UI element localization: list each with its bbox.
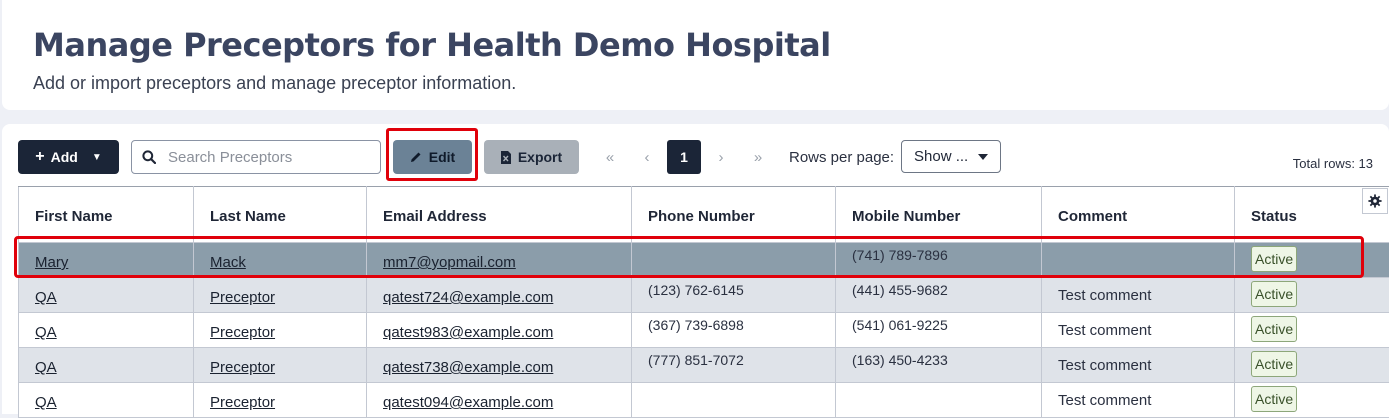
mobile-value: (441) 455-9682 bbox=[852, 282, 948, 298]
phone-value: (777) 851-7072 bbox=[648, 352, 744, 368]
cell-comment: Test comment bbox=[1042, 278, 1235, 313]
total-rows-count: Total rows: 13 bbox=[1293, 156, 1373, 171]
cell-status: Active bbox=[1235, 383, 1389, 418]
status-badge: Active bbox=[1251, 386, 1297, 412]
chevron-down-icon: ▼ bbox=[92, 152, 102, 163]
comment-value: Test comment bbox=[1058, 322, 1151, 339]
mobile-value: (163) 450-4233 bbox=[852, 352, 948, 368]
cell-phone: (123) 762-6145 bbox=[632, 278, 836, 313]
column-header-phone[interactable]: Phone Number bbox=[632, 187, 836, 243]
last-name-link[interactable]: Preceptor bbox=[210, 359, 275, 376]
first-name-link[interactable]: QA bbox=[35, 394, 57, 411]
cell-first-name: QA bbox=[19, 383, 194, 418]
cell-last-name: Preceptor bbox=[194, 383, 367, 418]
rows-per-page-label: Rows per page: bbox=[789, 149, 894, 166]
prev-page-button[interactable]: ‹ bbox=[630, 140, 664, 174]
cell-status: Active bbox=[1235, 348, 1389, 383]
cell-phone: (367) 739-6898 bbox=[632, 313, 836, 348]
first-name-link[interactable]: QA bbox=[35, 324, 57, 341]
cell-comment: Test comment bbox=[1042, 313, 1235, 348]
cell-email: qatest724@example.com bbox=[367, 278, 632, 313]
current-page-button[interactable]: 1 bbox=[667, 140, 701, 174]
edit-button-highlight bbox=[386, 128, 478, 181]
cell-first-name: QA bbox=[19, 278, 194, 313]
caret-down-icon bbox=[978, 154, 988, 160]
cell-last-name: Preceptor bbox=[194, 348, 367, 383]
cell-mobile: (541) 061-9225 bbox=[836, 313, 1042, 348]
email-link[interactable]: qatest094@example.com bbox=[383, 394, 553, 411]
last-name-link[interactable]: Preceptor bbox=[210, 289, 275, 306]
cell-first-name: QA bbox=[19, 313, 194, 348]
table-row[interactable]: QA Preceptor qatest724@example.com (123)… bbox=[19, 278, 1389, 313]
column-header-email[interactable]: Email Address bbox=[367, 187, 632, 243]
cell-status: Active bbox=[1235, 313, 1389, 348]
status-badge: Active bbox=[1251, 281, 1297, 307]
add-button-label: Add bbox=[51, 149, 78, 165]
cell-comment: Test comment bbox=[1042, 348, 1235, 383]
email-link[interactable]: qatest738@example.com bbox=[383, 359, 553, 376]
cell-comment: Test comment bbox=[1042, 383, 1235, 418]
comment-value: Test comment bbox=[1058, 357, 1151, 374]
last-page-button[interactable]: » bbox=[741, 140, 775, 174]
column-header-comment[interactable]: Comment bbox=[1042, 187, 1235, 243]
last-name-link[interactable]: Preceptor bbox=[210, 324, 275, 341]
excel-file-icon bbox=[501, 151, 511, 164]
rows-per-page-select[interactable]: Show ... bbox=[901, 140, 1001, 173]
gear-icon bbox=[1368, 194, 1382, 208]
next-page-button[interactable]: › bbox=[704, 140, 738, 174]
table-row[interactable]: QA Preceptor qatest738@example.com (777)… bbox=[19, 348, 1389, 383]
table-row[interactable]: QA Preceptor qatest983@example.com (367)… bbox=[19, 313, 1389, 348]
plus-icon: + bbox=[35, 148, 44, 166]
add-button[interactable]: + Add ▼ bbox=[18, 140, 119, 174]
table-header-row: First Name Last Name Email Address Phone… bbox=[19, 187, 1389, 243]
column-header-mobile[interactable]: Mobile Number bbox=[836, 187, 1042, 243]
cell-mobile bbox=[836, 383, 1042, 418]
column-header-first-name[interactable]: First Name bbox=[19, 187, 194, 243]
column-settings-button[interactable] bbox=[1362, 188, 1388, 214]
export-button-label: Export bbox=[518, 149, 562, 165]
cell-phone bbox=[632, 383, 836, 418]
last-name-link[interactable]: Preceptor bbox=[210, 394, 275, 411]
email-link[interactable]: qatest724@example.com bbox=[383, 289, 553, 306]
comment-value: Test comment bbox=[1058, 287, 1151, 304]
cell-last-name: Preceptor bbox=[194, 278, 367, 313]
page-subtitle: Add or import preceptors and manage prec… bbox=[33, 73, 516, 94]
first-name-link[interactable]: QA bbox=[35, 359, 57, 376]
preceptor-table: First Name Last Name Email Address Phone… bbox=[18, 186, 1389, 418]
status-badge: Active bbox=[1251, 351, 1297, 377]
cell-status: Active bbox=[1235, 278, 1389, 313]
phone-value: (123) 762-6145 bbox=[648, 282, 744, 298]
cell-email: qatest094@example.com bbox=[367, 383, 632, 418]
status-badge: Active bbox=[1251, 316, 1297, 342]
first-name-link[interactable]: QA bbox=[35, 289, 57, 306]
cell-last-name: Preceptor bbox=[194, 313, 367, 348]
search-input[interactable] bbox=[166, 148, 370, 167]
cell-email: qatest738@example.com bbox=[367, 348, 632, 383]
table-row[interactable]: QA Preceptor qatest094@example.com Test … bbox=[19, 383, 1389, 418]
comment-value: Test comment bbox=[1058, 392, 1151, 409]
selected-row-highlight bbox=[14, 236, 1364, 278]
page-title: Manage Preceptors for Health Demo Hospit… bbox=[33, 26, 831, 64]
cell-email: qatest983@example.com bbox=[367, 313, 632, 348]
phone-value: (367) 739-6898 bbox=[648, 317, 744, 333]
email-link[interactable]: qatest983@example.com bbox=[383, 324, 553, 341]
cell-phone: (777) 851-7072 bbox=[632, 348, 836, 383]
search-box[interactable] bbox=[131, 140, 381, 174]
cell-mobile: (441) 455-9682 bbox=[836, 278, 1042, 313]
export-button[interactable]: Export bbox=[484, 140, 579, 174]
mobile-value: (541) 061-9225 bbox=[852, 317, 948, 333]
first-page-button[interactable]: « bbox=[593, 140, 627, 174]
cell-mobile: (163) 450-4233 bbox=[836, 348, 1042, 383]
cell-first-name: QA bbox=[19, 348, 194, 383]
column-header-last-name[interactable]: Last Name bbox=[194, 187, 367, 243]
search-icon bbox=[142, 150, 156, 164]
rows-per-page-value: Show ... bbox=[914, 148, 968, 165]
